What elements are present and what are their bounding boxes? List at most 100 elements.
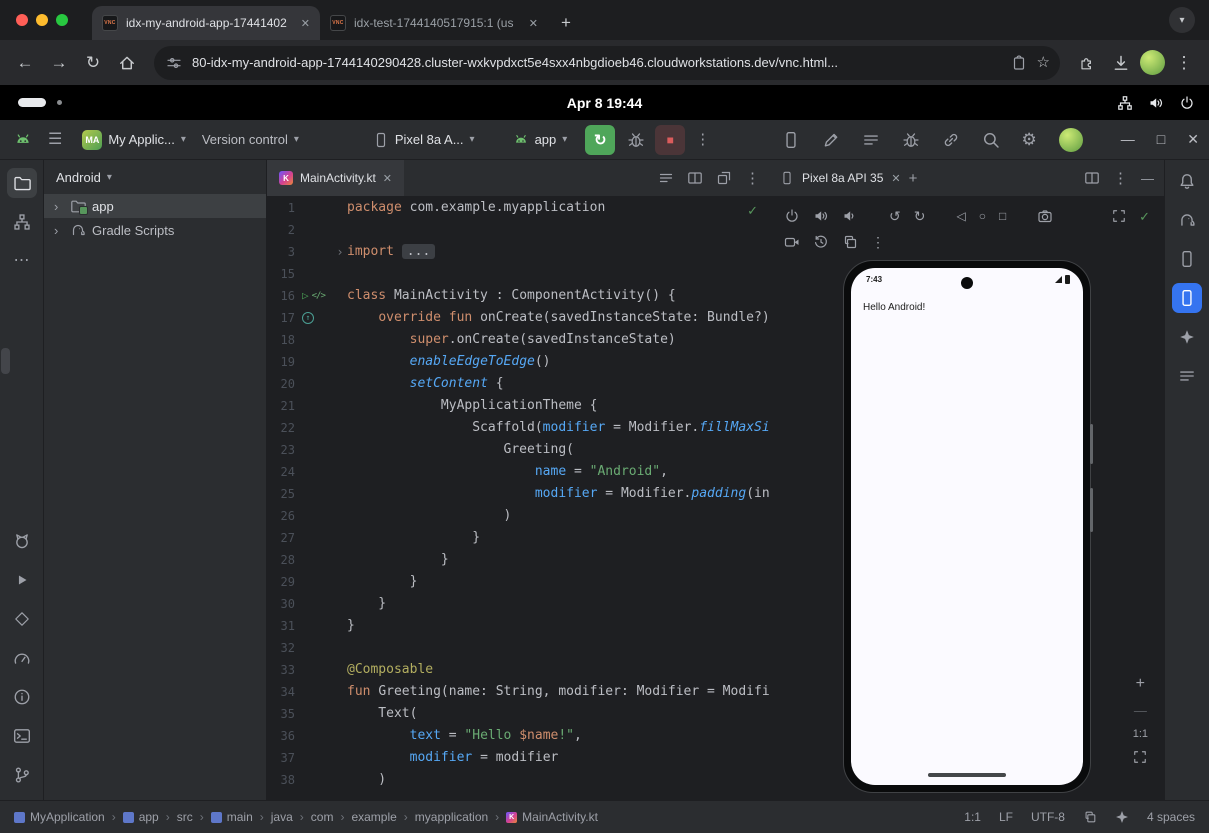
code-lines[interactable]: 1package com.example.myapplication23›imp…: [267, 197, 770, 800]
browser-profile-avatar[interactable]: [1140, 50, 1165, 75]
fit-to-window-icon[interactable]: [1133, 750, 1147, 764]
close-icon[interactable]: ✕: [1187, 131, 1199, 148]
extensions-icon[interactable]: [1072, 48, 1102, 78]
gemini-icon[interactable]: [1172, 322, 1202, 352]
breadcrumb-item[interactable]: com: [311, 810, 334, 824]
android-back-icon[interactable]: ◁: [956, 210, 965, 222]
split-editor-icon[interactable]: [687, 170, 703, 186]
device-more-icon[interactable]: ⋮: [871, 235, 885, 249]
build-variants-icon[interactable]: [1172, 361, 1202, 391]
breadcrumb-item[interactable]: java: [271, 810, 293, 824]
device-power-icon[interactable]: [784, 208, 800, 224]
browser-tab-active[interactable]: VNC idx-my-android-app-17441402 ✕: [92, 6, 320, 40]
rotate-left-icon[interactable]: ↺: [889, 209, 901, 223]
zoom-level[interactable]: 1:1: [1133, 728, 1148, 740]
code-line[interactable]: 22 Scaffold(modifier = Modifier.fillMaxS…: [267, 417, 770, 439]
run-more-icon[interactable]: ⋮: [695, 132, 710, 147]
device-tab-label[interactable]: Pixel 8a API 35: [802, 171, 883, 185]
forward-button[interactable]: →: [44, 48, 74, 78]
maximize-icon[interactable]: □: [1157, 131, 1165, 148]
code-line[interactable]: 15: [267, 263, 770, 285]
terminal-tool-icon[interactable]: [7, 721, 37, 751]
tree-item-app[interactable]: › app: [44, 194, 266, 218]
tree-chevron-icon[interactable]: ›: [54, 199, 64, 214]
resize-device-icon[interactable]: [1112, 209, 1126, 223]
line-separator[interactable]: LF: [999, 810, 1013, 824]
editor-more-icon[interactable]: ⋮: [745, 171, 760, 186]
search-everywhere-icon[interactable]: [982, 131, 1000, 149]
code-line[interactable]: 21 MyApplicationTheme {: [267, 395, 770, 417]
gradle-tool-icon[interactable]: [1172, 205, 1202, 235]
site-settings-icon[interactable]: [166, 55, 182, 71]
power-icon[interactable]: [1179, 95, 1195, 111]
tab-close-icon[interactable]: ✕: [383, 172, 392, 185]
code-line[interactable]: 32: [267, 637, 770, 659]
volume-down-icon[interactable]: [842, 208, 858, 224]
network-icon[interactable]: [1117, 95, 1133, 111]
project-tool-icon[interactable]: [7, 168, 37, 198]
vcs-widget[interactable]: Version control ▾: [196, 125, 305, 155]
device-streaming-icon[interactable]: [782, 131, 800, 149]
code-line[interactable]: 28 }: [267, 549, 770, 571]
project-widget[interactable]: MA My Applic... ▾: [76, 125, 192, 155]
device-reset-icon[interactable]: [813, 234, 829, 250]
tab-close-icon[interactable]: ✕: [529, 17, 538, 30]
cursor-position[interactable]: 1:1: [964, 810, 981, 824]
tab-search-button[interactable]: ▾: [1169, 7, 1195, 33]
file-encoding[interactable]: UTF-8: [1031, 810, 1065, 824]
panel-drag-handle[interactable]: [1, 348, 10, 374]
main-menu-icon[interactable]: ☰: [48, 132, 62, 148]
code-line[interactable]: 38 ): [267, 769, 770, 791]
back-button[interactable]: ←: [10, 48, 40, 78]
run-gutter-icon[interactable]: ▷: [302, 285, 309, 307]
settings-gear-icon[interactable]: ⚙: [1022, 131, 1037, 148]
breadcrumb-item[interactable]: src: [177, 810, 193, 824]
run-tool-icon[interactable]: [7, 565, 37, 595]
reload-button[interactable]: ↻: [78, 48, 108, 78]
code-line[interactable]: 19 enableEdgeToEdge(): [267, 351, 770, 373]
code-line[interactable]: 18 super.onCreate(savedInstanceState): [267, 329, 770, 351]
android-home-icon[interactable]: ○: [979, 210, 986, 222]
project-view-selector[interactable]: Android ▾: [44, 160, 266, 194]
device-screen-frame[interactable]: 7:43 Hello Android!: [843, 260, 1091, 793]
hide-panel-icon[interactable]: —: [1141, 172, 1154, 185]
code-line[interactable]: 29 }: [267, 571, 770, 593]
breadcrumb-item[interactable]: MyApplication: [14, 810, 105, 824]
breadcrumb-item[interactable]: main: [211, 810, 253, 824]
url-text[interactable]: 80-idx-my-android-app-1744140290428.clus…: [192, 55, 1001, 70]
downloads-icon[interactable]: [1106, 48, 1136, 78]
volume-up-icon[interactable]: [813, 208, 829, 224]
tab-list-icon[interactable]: [658, 170, 674, 186]
code-line[interactable]: 36 text = "Hello $name!",: [267, 725, 770, 747]
logcat-tool-icon[interactable]: [7, 526, 37, 556]
code-line[interactable]: 23 Greeting(: [267, 439, 770, 461]
code-line[interactable]: 3›import ...: [267, 241, 770, 263]
device-panel-more-icon[interactable]: ⋮: [1113, 171, 1128, 186]
address-bar[interactable]: 80-idx-my-android-app-1744140290428.clus…: [154, 46, 1060, 80]
code-line[interactable]: 26 ): [267, 505, 770, 527]
new-tab-button[interactable]: +: [552, 6, 580, 40]
code-line[interactable]: 16▷</>class MainActivity : ComponentActi…: [267, 285, 770, 307]
structure-tool-icon[interactable]: [7, 207, 37, 237]
browser-tab-inactive[interactable]: VNC idx-test-1744140517915:1 (us ✕: [320, 6, 548, 40]
inspection-ok-icon[interactable]: ✓: [747, 203, 758, 219]
code-line[interactable]: 27 }: [267, 527, 770, 549]
tree-chevron-icon[interactable]: ›: [54, 223, 64, 238]
code-line[interactable]: 2: [267, 219, 770, 241]
breadcrumb-item[interactable]: example: [351, 810, 396, 824]
code-line[interactable]: 24 name = "Android",: [267, 461, 770, 483]
code-line[interactable]: 30 }: [267, 593, 770, 615]
tab-close-icon[interactable]: ✕: [301, 17, 310, 30]
indent-setting[interactable]: 4 spaces: [1147, 810, 1195, 824]
window-zoom-light[interactable]: [56, 14, 68, 26]
debug-button[interactable]: [627, 131, 645, 149]
device-selector[interactable]: Pixel 8a A... ▾: [367, 125, 481, 155]
window-close-light[interactable]: [16, 14, 28, 26]
breadcrumb-item[interactable]: app: [123, 810, 159, 824]
editor-selection-mode-icon[interactable]: [1083, 810, 1097, 824]
app-quality-insights-icon[interactable]: [7, 604, 37, 634]
clipboard-icon[interactable]: [1011, 55, 1027, 71]
fold-toggle-icon[interactable]: ›: [333, 241, 347, 263]
override-gutter-icon[interactable]: ↑: [302, 312, 314, 324]
code-line[interactable]: 20 setContent {: [267, 373, 770, 395]
